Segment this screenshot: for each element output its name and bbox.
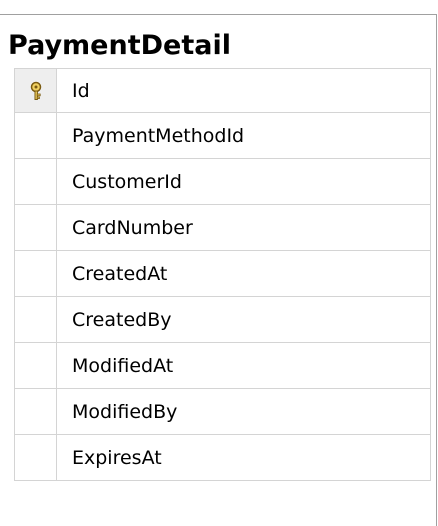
- column-row[interactable]: ModifiedAt: [15, 343, 430, 389]
- row-selector[interactable]: [15, 389, 57, 434]
- column-row[interactable]: ModifiedBy: [15, 389, 430, 435]
- column-name[interactable]: ModifiedAt: [57, 343, 430, 388]
- column-name[interactable]: CreatedAt: [57, 251, 430, 296]
- row-selector[interactable]: [15, 297, 57, 342]
- row-selector[interactable]: [15, 69, 57, 112]
- column-name[interactable]: ExpiresAt: [57, 435, 430, 480]
- column-name[interactable]: ModifiedBy: [57, 389, 430, 434]
- column-row[interactable]: CreatedBy: [15, 297, 430, 343]
- column-row[interactable]: Id: [15, 69, 430, 113]
- column-name[interactable]: CustomerId: [57, 159, 430, 204]
- row-selector[interactable]: [15, 435, 57, 480]
- column-row[interactable]: CustomerId: [15, 159, 430, 205]
- row-selector[interactable]: [15, 113, 57, 158]
- column-name[interactable]: CreatedBy: [57, 297, 430, 342]
- row-selector[interactable]: [15, 343, 57, 388]
- row-selector[interactable]: [15, 251, 57, 296]
- column-name[interactable]: PaymentMethodId: [57, 113, 430, 158]
- row-selector[interactable]: [15, 205, 57, 250]
- column-name[interactable]: CardNumber: [57, 205, 430, 250]
- table-title: PaymentDetail: [8, 30, 231, 61]
- column-grid: Id PaymentMethodId CustomerId CardNumber…: [14, 68, 431, 481]
- column-name[interactable]: Id: [57, 69, 430, 112]
- row-selector[interactable]: [15, 159, 57, 204]
- column-row[interactable]: ExpiresAt: [15, 435, 430, 481]
- column-row[interactable]: PaymentMethodId: [15, 113, 430, 159]
- column-row[interactable]: CreatedAt: [15, 251, 430, 297]
- key-icon: [30, 81, 41, 100]
- column-row[interactable]: CardNumber: [15, 205, 430, 251]
- table-designer-box[interactable]: PaymentDetail Id PaymentMethodId Custome…: [0, 14, 437, 526]
